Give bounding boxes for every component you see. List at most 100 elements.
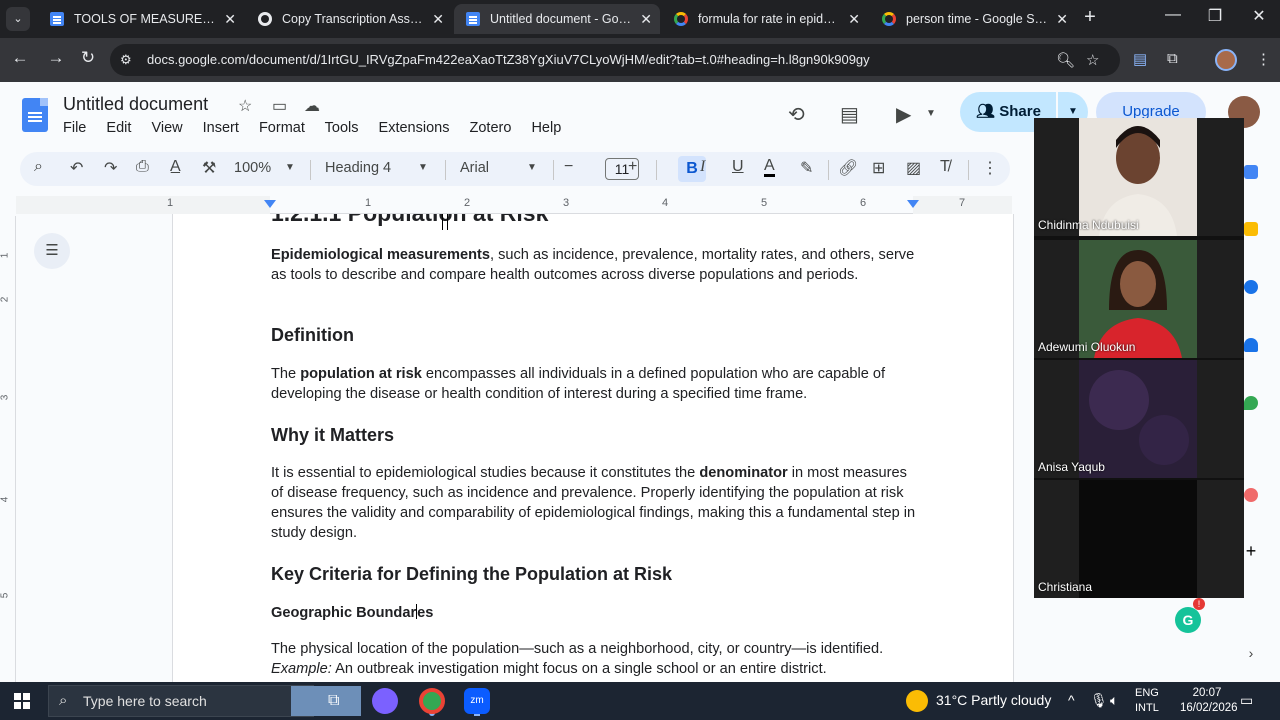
spellcheck-icon[interactable]: A̲: [170, 158, 181, 176]
zoom-select[interactable]: 100%: [234, 160, 271, 176]
menu-file[interactable]: File: [63, 120, 86, 136]
menu-extensions[interactable]: Extensions: [379, 120, 450, 136]
omnibox[interactable]: ⚙ docs.google.com/document/d/1IrtGU_IRVg…: [110, 44, 1120, 76]
browser-tab-person-time[interactable]: person time - Google Search ✕: [870, 4, 1076, 34]
chevron-down-icon[interactable]: ▼: [285, 162, 295, 173]
paragraph-why-it-matters: It is essential to epidemiological studi…: [271, 465, 916, 541]
participant-tile[interactable]: Anisa Yaqub: [1034, 360, 1244, 478]
left-indent-marker[interactable]: [264, 200, 276, 208]
move-folder-icon[interactable]: ▭: [272, 96, 287, 116]
tab-search-dropdown[interactable]: ⌄: [6, 7, 30, 31]
underline-icon[interactable]: U: [732, 158, 744, 176]
windows-start-icon[interactable]: [14, 693, 30, 709]
close-tab-icon[interactable]: ✕: [1056, 4, 1068, 34]
docs-extension-icon[interactable]: ▤: [1133, 50, 1147, 68]
contacts-icon[interactable]: [1244, 338, 1258, 352]
microphone-icon[interactable]: 🎙︎: [1090, 692, 1108, 709]
browser-profile-avatar[interactable]: [1215, 49, 1237, 71]
text-color-icon[interactable]: A: [764, 158, 775, 177]
insert-link-icon[interactable]: 🔗︎: [838, 158, 858, 178]
taskbar-search-box[interactable]: ⌕ Type here to search: [48, 685, 361, 717]
restore-icon[interactable]: ❐: [1200, 6, 1230, 26]
close-window-icon[interactable]: ✕: [1244, 6, 1274, 26]
menu-edit[interactable]: Edit: [106, 120, 131, 136]
document-page[interactable]: 1.2.1.1 Population at Risk Epidemiologic…: [172, 214, 1014, 684]
document-title[interactable]: Untitled document: [63, 94, 208, 115]
chevron-right-icon[interactable]: ›: [1244, 646, 1258, 660]
menu-help[interactable]: Help: [531, 120, 561, 136]
zoom-icon[interactable]: 🔍︎: [1056, 51, 1075, 69]
back-icon[interactable]: ←: [8, 48, 32, 68]
right-indent-marker[interactable]: [907, 200, 919, 208]
chevron-down-icon[interactable]: ▼: [418, 162, 428, 173]
tasks-icon[interactable]: [1244, 280, 1258, 294]
url-text[interactable]: docs.google.com/document/d/1IrtGU_IRVgZp…: [147, 44, 1047, 76]
italic-icon[interactable]: I: [700, 158, 705, 176]
weather-text[interactable]: 31°C Partly cloudy: [936, 692, 1051, 708]
star-icon[interactable]: ☆: [238, 96, 252, 116]
clear-formatting-icon[interactable]: T̸: [940, 158, 950, 176]
asana-icon[interactable]: [1244, 488, 1258, 502]
browser-tab-formula-for-rate[interactable]: formula for rate in epidemic ✕: [662, 4, 868, 34]
new-tab-icon[interactable]: +: [1078, 6, 1102, 29]
browser-menu-icon[interactable]: ⋮: [1256, 50, 1271, 68]
menu-zotero[interactable]: Zotero: [470, 120, 512, 136]
docs-logo-icon[interactable]: [22, 98, 48, 132]
close-tab-icon[interactable]: ✕: [224, 4, 236, 34]
reload-icon[interactable]: ↻: [76, 48, 100, 68]
horizontal-ruler[interactable]: 1 1 2 3 4 5 6 7: [16, 196, 1012, 214]
participant-tile[interactable]: Adewumi Oluokun: [1034, 240, 1244, 358]
calendar-icon[interactable]: [1244, 165, 1258, 179]
taskbar-clock[interactable]: 20:07 16/02/2026: [1180, 686, 1238, 716]
tray-chevron-up-icon[interactable]: ^: [1068, 692, 1075, 708]
meet-video-icon[interactable]: ▶: [896, 102, 911, 127]
close-tab-icon[interactable]: ✕: [432, 4, 444, 34]
increase-font-icon[interactable]: +: [628, 158, 637, 176]
paragraph-style-select[interactable]: Heading 4: [325, 160, 391, 176]
menu-insert[interactable]: Insert: [203, 120, 239, 136]
chevron-down-icon[interactable]: ▼: [926, 108, 936, 119]
forward-icon[interactable]: →: [44, 48, 68, 68]
close-tab-icon[interactable]: ✕: [640, 4, 652, 34]
volume-icon[interactable]: 🔈︎: [1110, 692, 1118, 709]
add-addon-icon[interactable]: +: [1244, 542, 1258, 560]
menu-tools[interactable]: Tools: [325, 120, 359, 136]
minimize-icon[interactable]: —: [1158, 6, 1188, 24]
print-icon[interactable]: ⎙: [136, 158, 149, 176]
chrome-icon[interactable]: [419, 688, 445, 714]
comments-icon[interactable]: ▤: [840, 102, 859, 127]
notifications-icon[interactable]: ▭: [1240, 692, 1253, 709]
font-select[interactable]: Arial: [460, 160, 489, 176]
redo-icon[interactable]: ↷: [104, 158, 117, 178]
document-outline-icon[interactable]: ☰: [34, 233, 70, 269]
highlight-icon[interactable]: ✎: [800, 158, 813, 178]
maps-icon[interactable]: [1244, 396, 1258, 410]
keep-icon[interactable]: [1244, 222, 1258, 236]
add-comment-icon[interactable]: ⊞: [872, 158, 885, 178]
decrease-font-icon[interactable]: −: [564, 158, 573, 176]
menu-format[interactable]: Format: [259, 120, 305, 136]
site-info-icon[interactable]: ⚙: [120, 52, 136, 68]
close-tab-icon[interactable]: ✕: [848, 4, 860, 34]
cloud-status-icon[interactable]: ☁: [304, 96, 320, 116]
search-menus-icon[interactable]: ⌕: [34, 158, 43, 176]
bookmark-star-icon[interactable]: ☆: [1086, 51, 1099, 69]
insert-image-icon[interactable]: ▨: [906, 158, 921, 178]
extensions-puzzle-icon[interactable]: ⧉: [1167, 50, 1178, 67]
grammarly-icon[interactable]: G: [1175, 607, 1201, 633]
browser-tab-tools-of-measurement[interactable]: TOOLS OF MEASUREMENT I ✕: [38, 4, 244, 34]
language-indicator[interactable]: ENG INTL: [1135, 686, 1159, 716]
undo-icon[interactable]: ↶: [70, 158, 83, 178]
zoom-app-icon[interactable]: zm: [464, 688, 490, 714]
more-options-icon[interactable]: ⋮: [982, 158, 998, 178]
menu-view[interactable]: View: [151, 120, 182, 136]
browser-tab-copy-transcription[interactable]: Copy Transcription Assistanc ✕: [246, 4, 452, 34]
copilot-icon[interactable]: [372, 688, 398, 714]
chevron-down-icon[interactable]: ▼: [527, 162, 537, 173]
participant-tile[interactable]: Chidinma Ndubuisi: [1034, 118, 1244, 236]
task-view-icon[interactable]: ⧉: [328, 692, 339, 710]
paint-format-icon[interactable]: ⚒: [202, 158, 216, 178]
version-history-icon[interactable]: ⟲: [788, 102, 805, 127]
browser-tab-untitled-document[interactable]: Untitled document - Google ✕: [454, 4, 660, 34]
participant-tile[interactable]: Christiana: [1034, 480, 1244, 598]
